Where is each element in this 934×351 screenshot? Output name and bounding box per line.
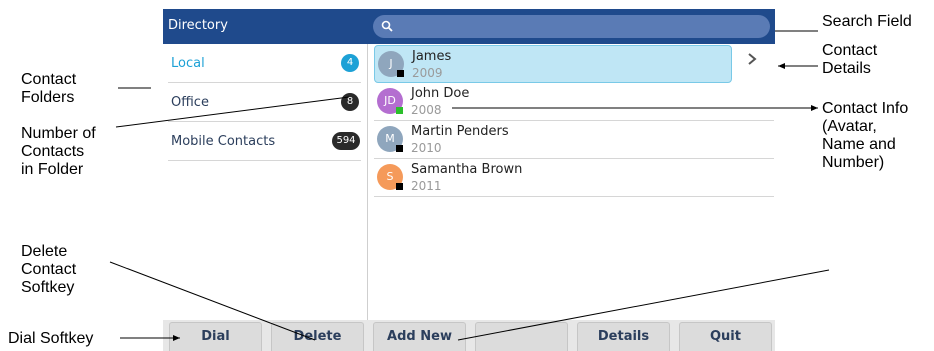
arrowhead-dial bbox=[173, 335, 180, 341]
arrowhead-contact-info bbox=[811, 105, 818, 111]
leader-number-of-contacts bbox=[115, 96, 350, 128]
leader-delete-softkey bbox=[109, 261, 316, 341]
leader-add-new bbox=[457, 269, 830, 341]
leader-lines bbox=[109, 30, 830, 341]
arrowhead-contact-details bbox=[778, 63, 785, 69]
